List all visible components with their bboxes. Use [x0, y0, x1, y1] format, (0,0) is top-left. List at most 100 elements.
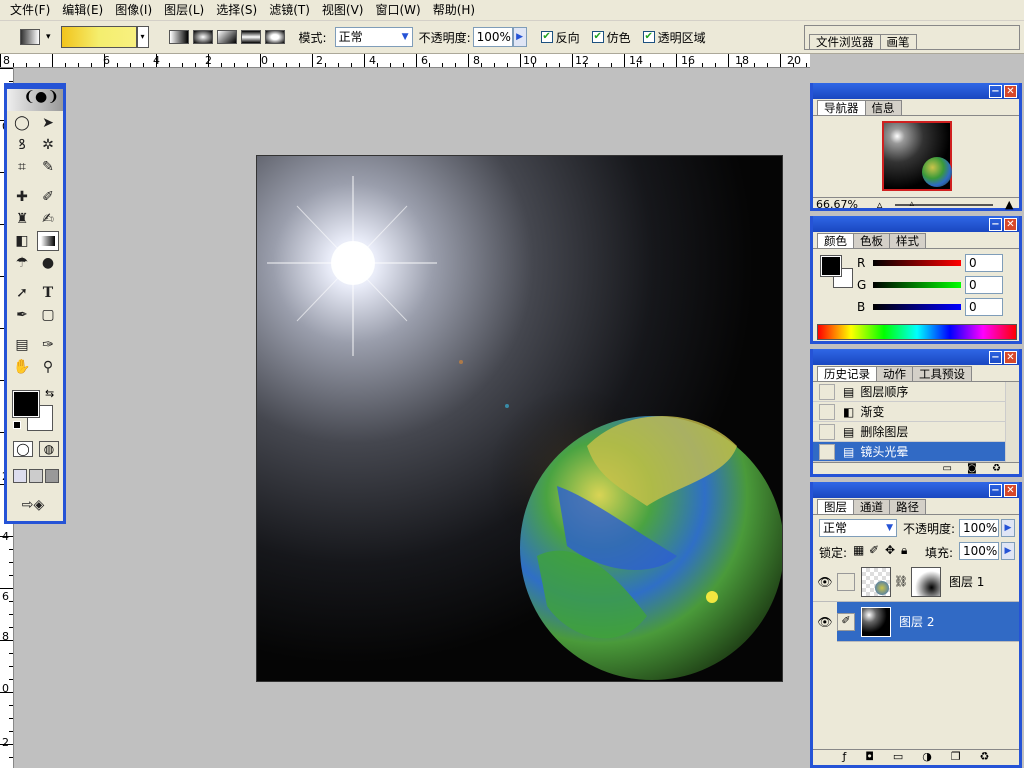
layer-style-icon[interactable]: ƒ [842, 750, 846, 765]
zoom-tool-icon[interactable]: ⚲ [37, 357, 59, 377]
zoom-slider-thumb-icon[interactable]: ▵ [909, 199, 914, 209]
lock-position-icon[interactable]: ✥ [885, 543, 895, 557]
hand-tool-icon[interactable]: ✋ [11, 357, 33, 377]
menu-item[interactable]: 视图(V) [316, 1, 370, 20]
close-icon[interactable]: ✕ [1004, 350, 1017, 364]
b-input[interactable]: 0 [965, 298, 1003, 316]
crop-tool-icon[interactable]: ⌗ [11, 157, 33, 177]
new-document-icon[interactable]: ▭ [943, 463, 952, 474]
trash-icon[interactable]: ♻ [980, 750, 990, 765]
menu-item[interactable]: 文件(F) [4, 1, 56, 20]
opacity-slider-button[interactable]: ▶ [512, 27, 527, 47]
close-icon[interactable]: ✕ [1004, 84, 1017, 98]
gradient-dropdown-button[interactable]: ▾ [136, 26, 149, 48]
chain-link-icon[interactable]: ⛓︎ [894, 575, 908, 588]
fill-slider-button[interactable]: ▶ [1001, 542, 1015, 560]
g-input[interactable]: 0 [965, 276, 1003, 294]
tab-actions[interactable]: 动作 [876, 366, 913, 381]
type-tool-icon[interactable]: T [37, 283, 59, 303]
dodge-tool-icon[interactable]: ● [37, 253, 59, 273]
history-source-checkbox[interactable] [819, 423, 835, 440]
opacity-input[interactable]: 100% [472, 27, 513, 47]
zoom-out-icon[interactable]: ▵ [870, 198, 890, 211]
layer-mask-thumbnail[interactable] [910, 566, 941, 597]
path-selection-tool-icon[interactable]: ➚ [11, 283, 33, 303]
gradient-tool-icon[interactable] [37, 231, 59, 251]
slice-tool-icon[interactable]: ✎ [37, 157, 59, 177]
menu-item[interactable]: 编辑(E) [56, 1, 109, 20]
foreground-color-swatch[interactable] [12, 390, 40, 418]
healing-brush-tool-icon[interactable]: ✚ [11, 187, 33, 207]
b-slider[interactable] [873, 304, 961, 310]
clone-stamp-tool-icon[interactable]: ♜ [11, 209, 33, 229]
tab-file-browser[interactable]: 文件浏览器 [809, 34, 881, 49]
trash-icon[interactable]: ♻ [992, 463, 1001, 474]
marquee-tool-icon[interactable]: ◯ [11, 113, 33, 133]
swap-colors-icon[interactable]: ⇆ [45, 387, 54, 400]
dither-checkbox[interactable]: ✔ 仿色 [591, 29, 631, 46]
g-slider[interactable] [873, 282, 961, 288]
close-icon[interactable]: ✕ [1004, 483, 1017, 497]
lock-all-icon[interactable]: 🔒︎ [901, 543, 907, 558]
history-scrollbar[interactable] [1005, 382, 1019, 462]
transparency-checkbox[interactable]: ✔ 透明区域 [642, 29, 706, 46]
tab-styles[interactable]: 样式 [889, 233, 926, 248]
blur-tool-icon[interactable]: ☂ [11, 253, 33, 273]
move-tool-icon[interactable]: ➤ [37, 113, 59, 133]
menu-item[interactable]: 图像(I) [109, 1, 158, 20]
minimize-icon[interactable]: − [989, 483, 1002, 497]
layer-link-cell[interactable] [837, 572, 855, 591]
reverse-checkbox[interactable]: ✔ 反向 [540, 29, 580, 46]
tab-layers[interactable]: 图层 [817, 499, 854, 514]
screen-mode-standard-icon[interactable] [13, 469, 27, 483]
color-spectrum-bar[interactable] [817, 324, 1017, 340]
blend-mode-select[interactable]: 正常 ▼ [819, 519, 897, 537]
r-input[interactable]: 0 [965, 254, 1003, 272]
adjustment-layer-icon[interactable]: ◑ [922, 750, 932, 765]
tab-history[interactable]: 历史记录 [817, 366, 877, 381]
minimize-icon[interactable]: − [989, 84, 1002, 98]
lock-image-icon[interactable]: ✐ [869, 543, 879, 557]
reflected-gradient-button[interactable] [240, 30, 261, 44]
menu-item[interactable]: 窗口(W) [369, 1, 426, 20]
history-item[interactable]: ▤ 图层顺序 [813, 382, 1019, 402]
new-layer-icon[interactable]: ❐ [951, 750, 961, 765]
menu-item[interactable]: 滤镜(T) [263, 1, 316, 20]
tab-color[interactable]: 颜色 [817, 233, 854, 248]
layer-row-selected[interactable]: 👁︎ ✐ 图层 2 [813, 601, 1019, 642]
radial-gradient-button[interactable] [192, 30, 213, 44]
lock-transparency-icon[interactable]: ▦ [853, 543, 864, 557]
quick-mask-button[interactable]: ◍ [39, 441, 59, 457]
jump-to-imageready-icon[interactable]: ⇨◈ [11, 495, 55, 515]
diamond-gradient-button[interactable] [264, 30, 285, 44]
eyedropper-tool-icon[interactable]: ✑ [37, 335, 59, 355]
close-icon[interactable]: ✕ [1004, 217, 1017, 231]
tab-paths[interactable]: 路径 [889, 499, 926, 514]
screen-mode-full-menu-icon[interactable] [29, 469, 43, 483]
eye-icon[interactable]: 👁︎ [813, 575, 837, 589]
gradient-tool-preset-icon[interactable] [20, 29, 40, 45]
history-item[interactable]: ▤ 删除图层 [813, 422, 1019, 442]
zoom-value[interactable]: 66.67% [813, 198, 870, 211]
r-slider[interactable] [873, 260, 961, 266]
history-source-checkbox[interactable] [819, 403, 835, 420]
brush-tool-icon[interactable]: ✐ [37, 187, 59, 207]
tab-tool-presets[interactable]: 工具预设 [912, 366, 972, 381]
color-fg-swatch[interactable] [820, 255, 842, 277]
magic-wand-tool-icon[interactable]: ✲ [37, 135, 59, 155]
tab-info[interactable]: 信息 [864, 100, 902, 115]
angle-gradient-button[interactable] [216, 30, 237, 44]
add-mask-icon[interactable]: ◘ [865, 750, 874, 765]
gradient-preview[interactable] [60, 26, 137, 48]
pen-tool-icon[interactable]: ✒ [11, 305, 33, 325]
document-canvas[interactable] [256, 155, 783, 682]
menu-item[interactable]: 帮助(H) [427, 1, 481, 20]
history-source-checkbox[interactable] [819, 443, 835, 460]
history-item[interactable]: ◧ 渐变 [813, 402, 1019, 422]
tab-navigator[interactable]: 导航器 [817, 100, 866, 115]
linear-gradient-button[interactable] [168, 30, 189, 44]
layer-opacity-slider-button[interactable]: ▶ [1001, 519, 1015, 537]
layer-opacity-input[interactable]: 100% [959, 519, 999, 537]
snapshot-icon[interactable]: ◙ [967, 463, 977, 474]
minimize-icon[interactable]: − [989, 350, 1002, 364]
